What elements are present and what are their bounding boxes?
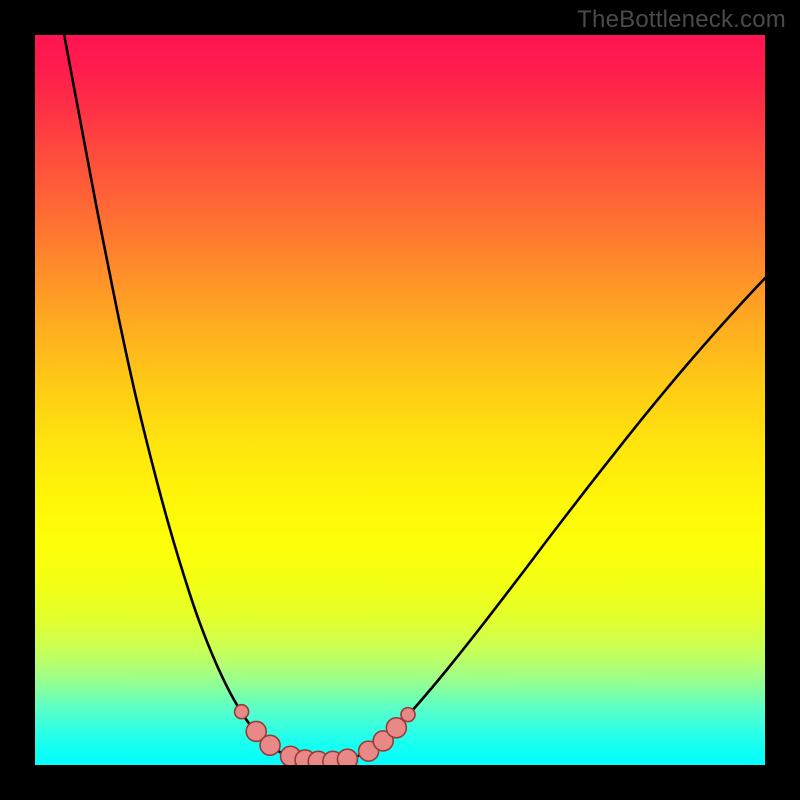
data-marker bbox=[260, 735, 280, 755]
bottleneck-curve bbox=[64, 35, 765, 762]
curve-markers bbox=[235, 705, 415, 765]
chart-svg bbox=[35, 35, 765, 765]
watermark-text: TheBottleneck.com bbox=[577, 6, 786, 34]
data-marker bbox=[235, 705, 249, 719]
chart-frame: TheBottleneck.com bbox=[0, 0, 800, 800]
data-marker bbox=[337, 749, 357, 765]
data-marker bbox=[401, 708, 415, 722]
